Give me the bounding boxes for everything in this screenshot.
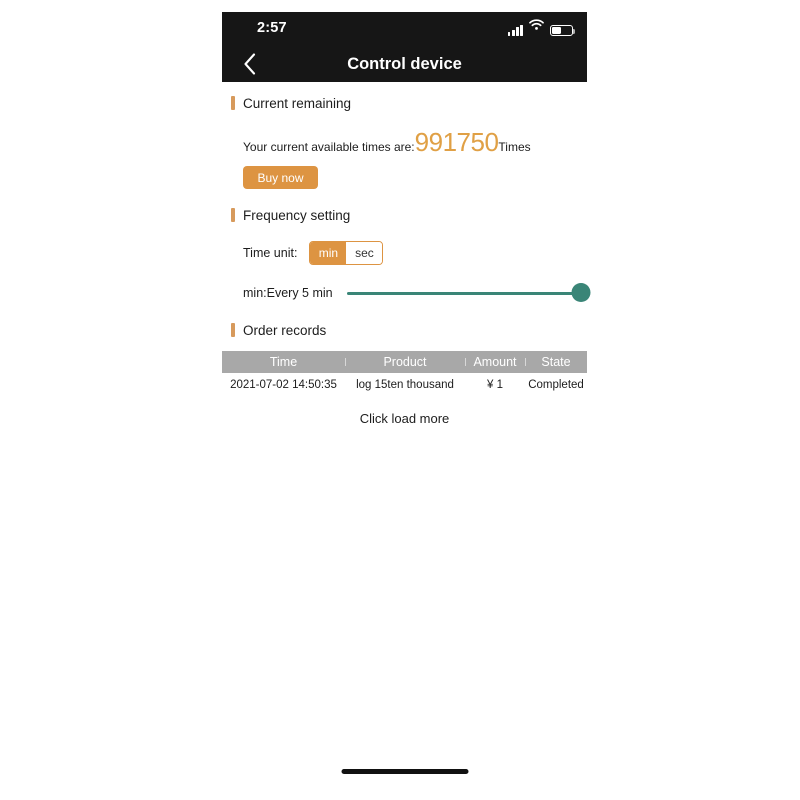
- frequency-slider-label: min:Every 5 min: [243, 286, 333, 300]
- load-more-button[interactable]: Click load more: [222, 411, 587, 426]
- section-accent-bar-icon: [231, 323, 235, 337]
- section-title-current-remaining: Current remaining: [243, 95, 352, 111]
- status-bar-icons: [507, 19, 576, 36]
- section-accent-bar-icon: [231, 208, 235, 222]
- frequency-slider[interactable]: [346, 283, 591, 303]
- order-records-table: Time Product Amount State 2021-07-02 14:…: [222, 351, 587, 397]
- table-header-time: Time: [269, 355, 298, 369]
- time-unit-label: Time unit:: [243, 246, 298, 260]
- wifi-icon: [529, 18, 544, 36]
- status-bar-time: 2:57: [257, 20, 287, 36]
- battery-icon: [550, 24, 576, 36]
- table-header-amount: Amount: [465, 355, 525, 369]
- status-bar: 2:57: [222, 12, 587, 46]
- table-header-state: State: [525, 355, 587, 369]
- remaining-label: Your current available times are:: [243, 140, 415, 154]
- page-title: Control device: [347, 55, 462, 73]
- time-unit-row: Time unit: min sec: [243, 241, 587, 265]
- home-indicator: [341, 769, 468, 774]
- time-unit-segmented-control[interactable]: min sec: [309, 241, 384, 265]
- cell-state: Completed: [528, 379, 584, 391]
- nav-header: 2:57 Control device: [222, 12, 587, 82]
- cell-amount: ¥ 1: [487, 379, 503, 391]
- section-header-order-records: Order records: [231, 320, 587, 340]
- time-unit-option-sec[interactable]: sec: [346, 242, 383, 264]
- remaining-value: 991750: [414, 127, 499, 157]
- table-row[interactable]: 2021-07-02 14:50:35 log 15ten thousand ¥…: [222, 373, 587, 397]
- section-header-current-remaining: Current remaining: [231, 93, 587, 113]
- remaining-unit: Times: [498, 140, 531, 154]
- slider-track: [346, 291, 581, 295]
- signal-bars-icon: [507, 25, 523, 36]
- phone-screen: 2:57 Control device Current remaining Yo…: [222, 12, 591, 788]
- remaining-times-row: Your current available times are: 991750…: [243, 129, 587, 155]
- frequency-slider-row: min:Every 5 min: [243, 282, 591, 304]
- section-title-order-records: Order records: [243, 322, 327, 338]
- cell-product: log 15ten thousand: [356, 379, 454, 391]
- time-unit-option-min[interactable]: min: [310, 242, 347, 264]
- slider-thumb[interactable]: [571, 283, 591, 302]
- table-header-row: Time Product Amount State: [222, 351, 587, 373]
- section-title-frequency-setting: Frequency setting: [243, 207, 351, 223]
- section-accent-bar-icon: [231, 96, 235, 110]
- table-header-product: Product: [345, 355, 465, 369]
- section-header-frequency-setting: Frequency setting: [231, 205, 587, 225]
- cell-time: 2021-07-02 14:50:35: [230, 379, 337, 391]
- buy-now-button[interactable]: Buy now: [243, 166, 318, 189]
